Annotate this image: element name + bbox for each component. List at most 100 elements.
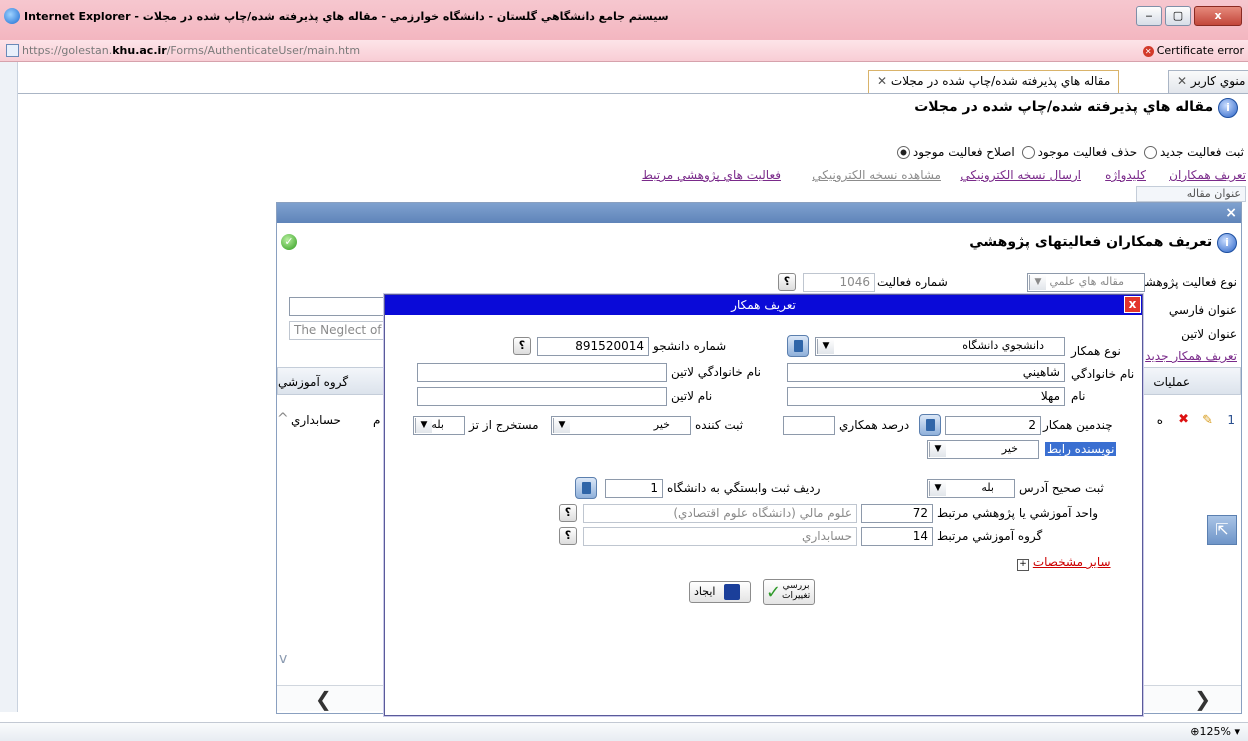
- left-gutter: [0, 62, 18, 712]
- help-button[interactable]: ؟: [513, 337, 531, 355]
- col-group: گروه آموزشي: [278, 375, 349, 389]
- check-icon: ✓: [766, 582, 782, 603]
- activity-no-input[interactable]: 1046: [803, 273, 875, 292]
- dialog2-close-button[interactable]: x: [1124, 296, 1141, 313]
- colleague-type-select[interactable]: ▼ دانشجوي دانشگاه: [815, 337, 1065, 356]
- dialog2-titlebar: تعريف همکار: [385, 295, 1142, 315]
- link-view-electronic[interactable]: مشاهده نسخه الکترونيکي: [812, 168, 941, 182]
- name-label: نام: [1071, 389, 1086, 403]
- scroll-right-icon[interactable]: ❯: [1194, 687, 1211, 711]
- registrar-select[interactable]: ▼ خير: [551, 416, 691, 435]
- name-latin-label: نام لاتين: [671, 389, 713, 403]
- valid-icon: ✓: [281, 234, 297, 250]
- page-icon: [6, 44, 19, 57]
- error-icon: ✕: [1142, 46, 1154, 57]
- activity-type-select[interactable]: ▼ مقاله هاي علمي: [1027, 273, 1145, 292]
- more-specs[interactable]: + ساير مشخصات: [1017, 555, 1111, 571]
- page-title: i مقاله هاي پذيرفته شده/چاپ شده در مجلات: [914, 98, 1238, 118]
- scroll-up-icon[interactable]: ^: [277, 411, 289, 427]
- help-button[interactable]: ؟: [778, 273, 796, 291]
- radio-edit-label: اصلاح فعاليت موجود: [912, 145, 1015, 159]
- colleague-dialog: تعريف همکار x نوع همکار ▼ دانشجوي دانشگاه…: [384, 294, 1143, 716]
- help-icon[interactable]: i: [1217, 233, 1237, 253]
- group-code-input[interactable]: 14: [861, 527, 933, 546]
- tab-articles[interactable]: ✕ مقاله هاي پذيرفته شده/چاپ شده در مجلات: [868, 70, 1120, 93]
- dialog1-title: i تعريف همکاران فعالیتهای پژوهشي: [969, 233, 1237, 253]
- percent-input[interactable]: [783, 416, 835, 435]
- close-window-button[interactable]: x: [1194, 6, 1242, 26]
- radio-edit[interactable]: [896, 146, 910, 159]
- lookup-icon[interactable]: [919, 414, 941, 436]
- define-new-colleague-link[interactable]: تعريف همکار جديد: [1145, 349, 1237, 363]
- maximize-button[interactable]: ▢: [1165, 6, 1191, 26]
- row-group: حسابداري: [291, 413, 341, 427]
- address-select[interactable]: ▼ بله: [927, 479, 1015, 498]
- scroll-down-icon[interactable]: v: [279, 651, 287, 667]
- link-keywords[interactable]: کليدواژه: [1105, 168, 1146, 182]
- create-button[interactable]: ايجاد: [689, 581, 751, 603]
- scroll-left-icon[interactable]: ❮: [315, 687, 332, 711]
- action-radios: ثبت فعاليت جديد حذف فعاليت موجود اصلاح ف…: [894, 145, 1244, 159]
- check-changes-button[interactable]: ✓ بررسي تغييرات: [763, 579, 815, 605]
- expand-plus-icon[interactable]: +: [1017, 559, 1029, 571]
- order-input[interactable]: 2: [945, 416, 1041, 435]
- family-latin-input[interactable]: [417, 363, 667, 382]
- radio-delete[interactable]: [1021, 146, 1035, 159]
- latin-title-input[interactable]: The Neglect of: [289, 321, 389, 340]
- article-title-legend: عنوان مقاله: [1136, 186, 1246, 202]
- edit-icon[interactable]: ✎: [1202, 413, 1213, 428]
- zoom-icon: ⊕: [1190, 725, 1200, 738]
- registrar-label: ثبت کننده: [695, 418, 744, 432]
- minimize-button[interactable]: ‒: [1136, 6, 1162, 26]
- group-name-input: حسابداري: [583, 527, 857, 546]
- expand-icon[interactable]: ⇱: [1207, 515, 1237, 545]
- family-input[interactable]: شاهيني: [787, 363, 1065, 382]
- extracted-label: مستخرج از تز: [469, 418, 539, 432]
- percent-label: درصد همکاري: [839, 418, 910, 432]
- activity-no-label: شماره فعاليت: [877, 275, 948, 289]
- group-label: گروه آموزشي مرتبط: [937, 529, 1043, 543]
- name-input[interactable]: مهلا: [787, 387, 1065, 406]
- latin-title-label: عنوان لاتين: [1181, 327, 1237, 341]
- help-button[interactable]: ؟: [559, 504, 577, 522]
- zoom-control[interactable]: ⊕125% ▾: [1190, 725, 1240, 738]
- order-label: چندمين همکار: [1043, 418, 1113, 432]
- tab-user-menu[interactable]: ✕ منوي کاربر: [1168, 70, 1248, 93]
- student-no-label: شماره دانشجو: [653, 339, 727, 353]
- family-latin-label: نام خانوادگي لاتين: [671, 365, 761, 379]
- affil-row-label: رديف ثبت وابستگي به دانشگاه: [667, 481, 821, 495]
- row-number: 1: [1227, 413, 1235, 427]
- link-send-electronic[interactable]: ارسال نسخه الکترونيکي: [960, 168, 1081, 182]
- help-icon[interactable]: i: [1218, 98, 1238, 118]
- farsi-title-input[interactable]: [289, 297, 389, 316]
- window-title: Internet Explorer - سيستم جامع دانشگاهي …: [24, 10, 669, 23]
- row-partial-m: م: [373, 413, 381, 427]
- link-related-activities[interactable]: فعاليت هاي پژوهشي مرتبط: [642, 168, 781, 182]
- address-label: ثبت صحيح آدرس: [1019, 481, 1104, 495]
- unit-name-input: علوم مالي (دانشگاه علوم اقتصادي): [583, 504, 857, 523]
- name-latin-input[interactable]: [417, 387, 667, 406]
- radio-new[interactable]: [1144, 146, 1158, 159]
- family-label: نام خانوادگي: [1071, 367, 1135, 381]
- unit-label: واحد آموزشي يا پژوهشي مرتبط: [937, 506, 1099, 520]
- lookup-icon[interactable]: [575, 477, 597, 499]
- corresponding-select[interactable]: ▼ خير: [927, 440, 1039, 459]
- address-bar[interactable]: https://golestan.khu.ac.ir/Forms/Authent…: [0, 40, 1248, 62]
- student-no-input[interactable]: 891520014: [537, 337, 649, 356]
- dialog-close-button[interactable]: ×: [1225, 205, 1237, 221]
- unit-code-input[interactable]: 72: [861, 504, 933, 523]
- col-ops: عمليات: [1153, 375, 1190, 389]
- links-row: تعريف همکاران کليدواژه ارسال نسخه الکترو…: [400, 168, 1246, 184]
- status-bar: ⊕125% ▾: [0, 722, 1248, 741]
- radio-new-label: ثبت فعاليت جديد: [1160, 145, 1244, 159]
- link-define-colleagues[interactable]: تعريف همکاران: [1169, 168, 1246, 182]
- certificate-error[interactable]: ✕ Certificate error: [1142, 44, 1244, 57]
- corresponding-label: نويسنده رابط: [1045, 442, 1117, 456]
- activity-type-label: نوع فعاليت پژوهشي: [1135, 275, 1237, 289]
- lookup-icon[interactable]: [787, 335, 809, 357]
- url[interactable]: https://golestan.khu.ac.ir/Forms/Authent…: [22, 44, 360, 57]
- delete-icon[interactable]: ✖: [1178, 412, 1189, 427]
- affil-row-input[interactable]: 1: [605, 479, 663, 498]
- help-button[interactable]: ؟: [559, 527, 577, 545]
- extracted-select[interactable]: ▼ بله: [413, 416, 465, 435]
